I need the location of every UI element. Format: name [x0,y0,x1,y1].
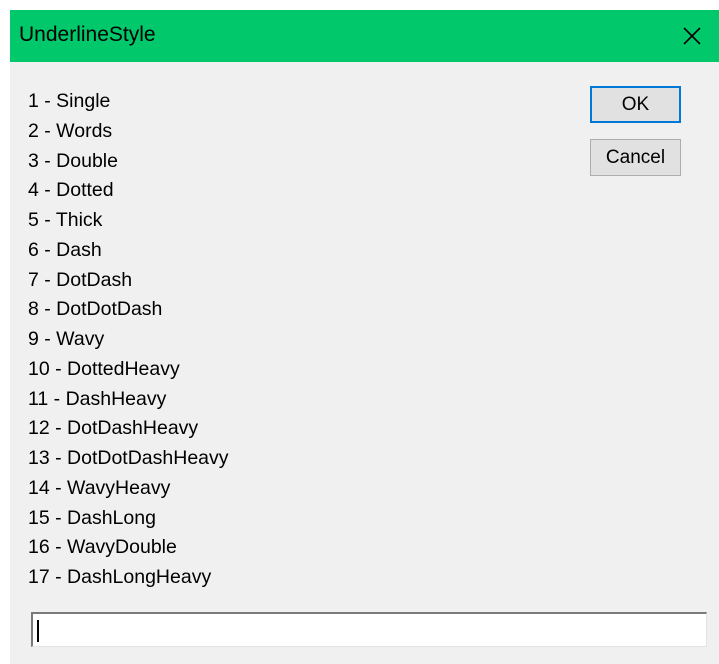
list-item: 12 - DotDashHeavy [28,417,199,440]
list-item: 10 - DottedHeavy [28,357,180,380]
list-item: 11 - DashHeavy [28,387,167,410]
close-icon [683,27,701,45]
list-item: 7 - DotDash [28,268,133,291]
list-item: 5 - Thick [28,209,103,231]
list-item: 16 - WavyDouble [28,536,177,559]
value-input[interactable] [33,614,706,646]
underline-style-dialog: UnderlineStyle 1 - Single 2 - Words 3 - … [0,0,719,664]
title-bar[interactable]: UnderlineStyle [10,10,719,62]
background-strip [0,0,10,664]
list-item: 14 - WavyHeavy [28,476,171,499]
list-item: 15 - DashLong [28,506,156,529]
dialog-body: 1 - Single 2 - Words 3 - Double 4 - Dott… [10,62,719,664]
text-caret [37,620,39,642]
list-item: 9 - Wavy [28,328,105,350]
input-field-frame[interactable] [31,612,707,647]
list-item: 8 - DotDotDash [28,298,163,321]
list-item: 4 - Dotted [28,179,114,202]
list-item: 3 - Double [28,149,118,172]
options-list: 1 - Single 2 - Words 3 - Double 4 - Dott… [28,86,229,592]
list-item: 17 - DashLongHeavy [28,566,212,588]
list-item: 1 - Single [28,90,111,112]
list-item: 6 - Dash [28,238,102,261]
close-button[interactable] [665,10,719,62]
list-item: 13 - DotDotDashHeavy [28,447,229,469]
window-title: UnderlineStyle [19,23,156,46]
ok-button[interactable]: OK [590,86,681,123]
list-item: 2 - Words [28,119,113,142]
cancel-button[interactable]: Cancel [590,139,681,176]
